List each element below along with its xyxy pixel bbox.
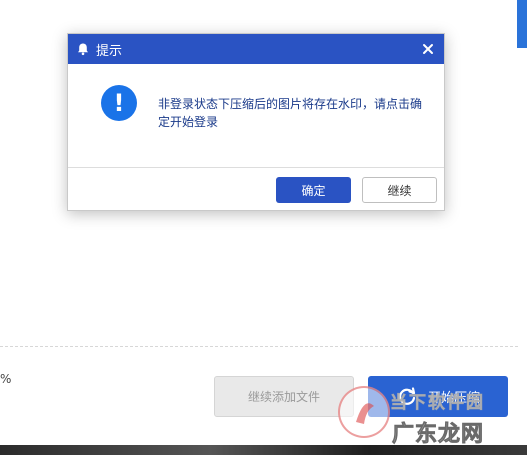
continue-label: 继续	[387, 183, 412, 198]
start-compress-button[interactable]: 开始压缩	[368, 376, 508, 417]
watermark-bottom-text: 广东龙网	[392, 422, 485, 448]
start-compress-label: 开始压缩	[427, 391, 480, 406]
refresh-icon	[396, 386, 418, 408]
bell-icon	[76, 42, 90, 56]
dialog-title: 提示	[96, 43, 123, 59]
dialog-message: 非登录状态下压缩后的图片将存在水印，请点击确定开始登录	[158, 97, 423, 129]
prompt-dialog: 提示 ! 非登录状态下压缩后的图片将存在水印，请点击确定开始登录 确定 继续	[67, 33, 445, 211]
scrollbar-thumb[interactable]	[517, 0, 527, 48]
divider	[0, 346, 518, 347]
info-icon: !	[101, 85, 137, 121]
add-files-button[interactable]: 继续添加文件	[214, 376, 354, 417]
dialog-footer: 确定 继续	[68, 168, 444, 211]
confirm-button[interactable]: 确定	[276, 177, 351, 203]
bottom-image-strip	[0, 445, 527, 455]
close-icon[interactable]	[422, 43, 434, 55]
dialog-header: 提示	[68, 34, 444, 64]
dialog-body: ! 非登录状态下压缩后的图片将存在水印，请点击确定开始登录	[68, 64, 444, 168]
add-files-label: 继续添加文件	[247, 390, 320, 404]
progress-percent-text: %	[0, 372, 12, 386]
continue-button[interactable]: 继续	[362, 177, 437, 203]
confirm-label: 确定	[301, 183, 326, 198]
